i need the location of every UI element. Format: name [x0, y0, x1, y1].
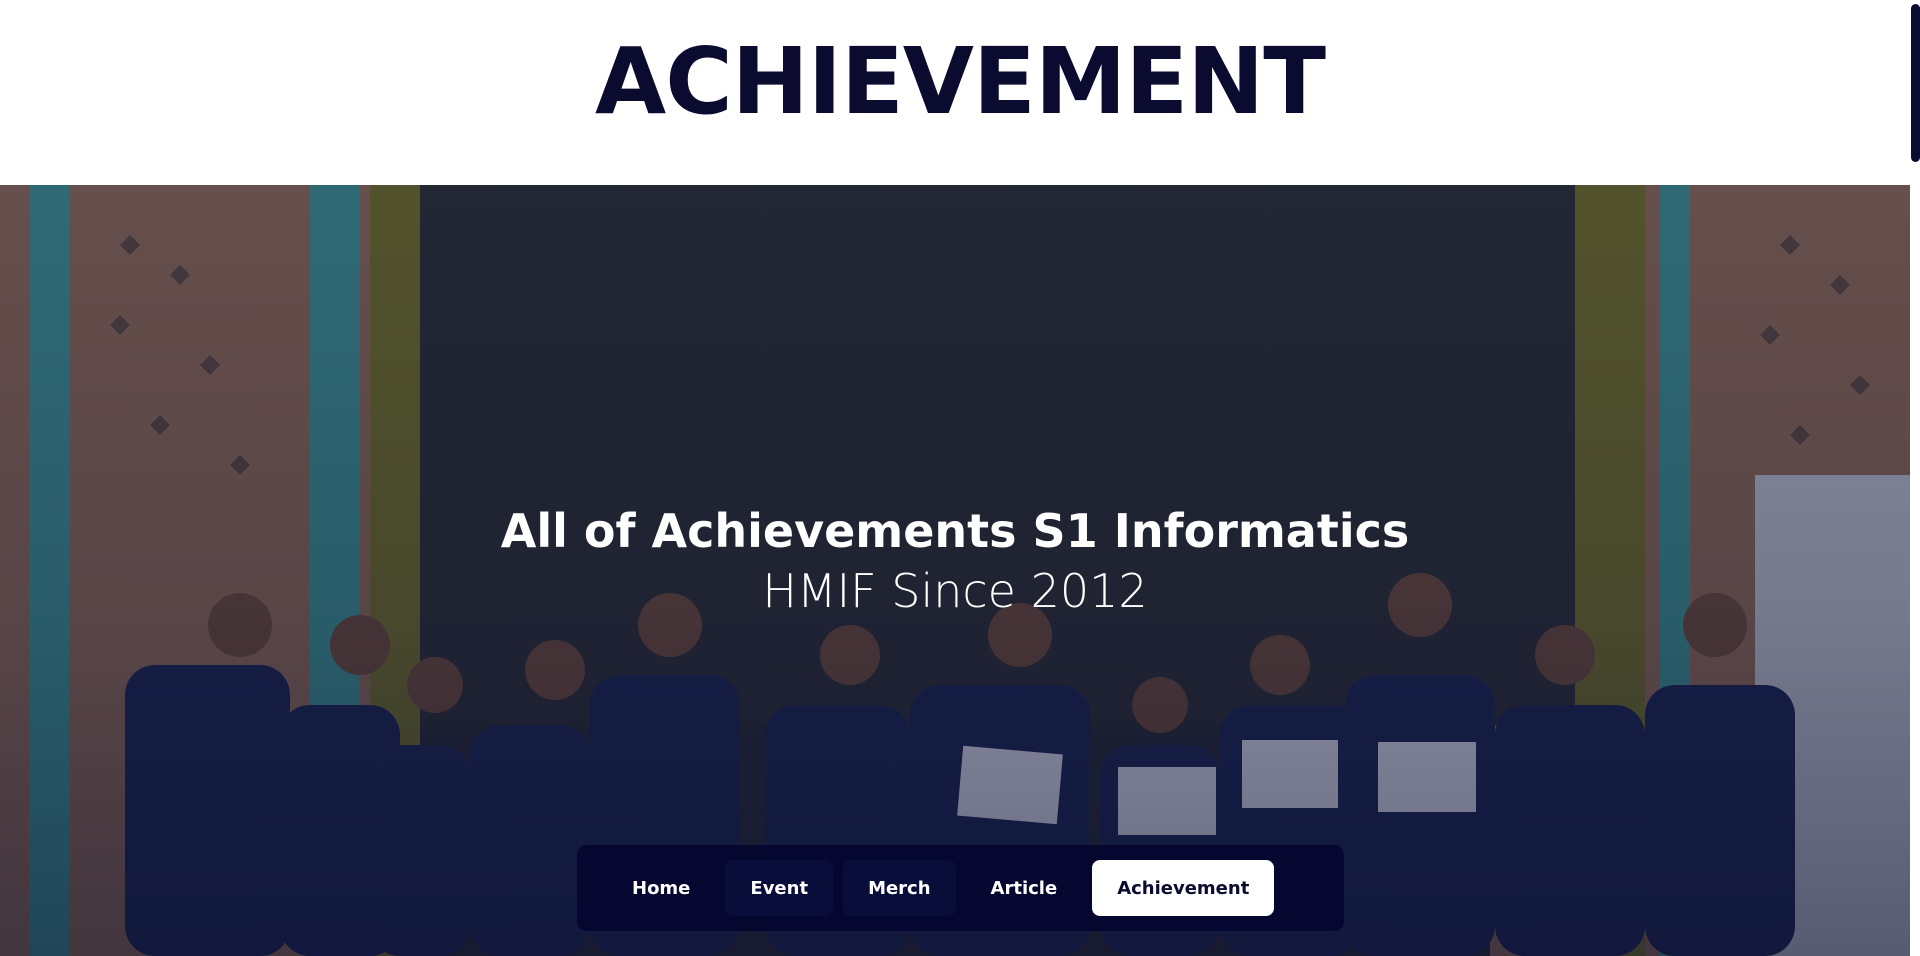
hero-banner: All of Achievements S1 Informatics HMIF … [0, 185, 1910, 956]
nav-item-article[interactable]: Article [966, 860, 1083, 916]
bottom-nav-bar: Home Event Merch Article Achievement [577, 845, 1344, 931]
nav-item-home[interactable]: Home [607, 860, 715, 916]
scrollbar-thumb[interactable] [1911, 4, 1920, 162]
page-header: ACHIEVEMENT [0, 0, 1910, 185]
nav-item-merch[interactable]: Merch [843, 860, 956, 916]
nav-item-event[interactable]: Event [725, 860, 834, 916]
scrollbar[interactable] [1910, 0, 1920, 956]
hero-title: All of Achievements S1 Informatics [500, 504, 1410, 558]
page-title: ACHIEVEMENT [595, 28, 1326, 135]
nav-item-achievement[interactable]: Achievement [1092, 860, 1275, 916]
hero-subtitle: HMIF Since 2012 [762, 564, 1148, 618]
